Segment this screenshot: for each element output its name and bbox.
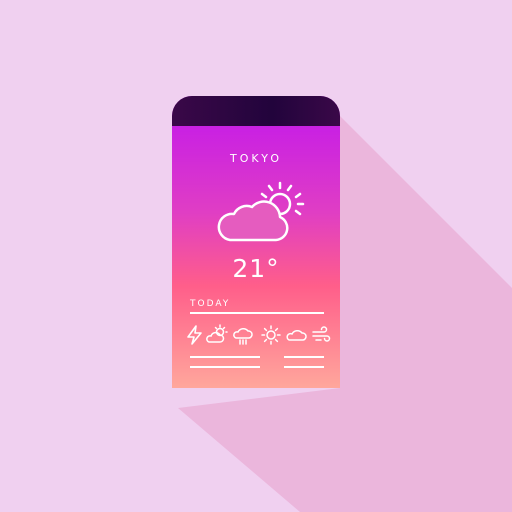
status-bar: [172, 96, 340, 126]
partly-sunny-icon: [217, 181, 305, 242]
sun-cloud-icon[interactable]: [206, 324, 228, 346]
lightning-icon[interactable]: [184, 324, 206, 346]
wind-icon[interactable]: [310, 324, 332, 346]
rain-cloud-icon[interactable]: [232, 324, 254, 346]
forecast-text-line: [284, 366, 324, 368]
forecast-text-line: [190, 356, 260, 358]
sun-icon[interactable]: [260, 324, 282, 346]
temperature: 21°: [232, 254, 280, 283]
weather-widget: TOKYO 21° TODAY: [172, 96, 340, 388]
section-label-today: TODAY: [190, 299, 231, 309]
forecast-text-line: [284, 356, 324, 358]
city-name: TOKYO: [230, 152, 282, 165]
cloud-icon[interactable]: [286, 324, 308, 346]
divider: [190, 312, 324, 314]
forecast-text-line: [190, 366, 260, 368]
